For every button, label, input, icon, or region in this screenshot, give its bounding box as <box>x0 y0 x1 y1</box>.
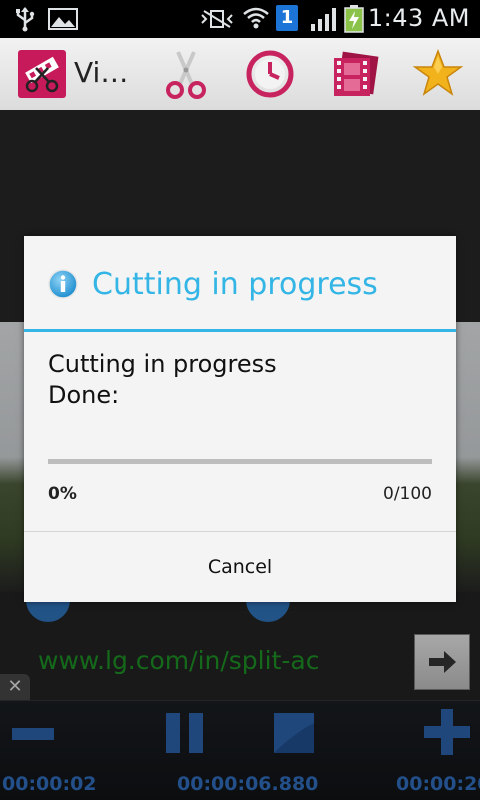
progress-dialog: Cutting in progress Cutting in progress … <box>24 236 456 602</box>
history-button[interactable] <box>244 48 296 100</box>
star-icon <box>412 48 464 96</box>
progress-percent: 0% <box>48 484 77 504</box>
cancel-button[interactable]: Cancel <box>24 532 456 602</box>
image-icon <box>48 8 78 34</box>
dialog-title: Cutting in progress <box>92 267 378 302</box>
film-icon <box>334 51 379 96</box>
app-logo-icon[interactable] <box>18 50 66 98</box>
dialog-message-line: Cutting in progress <box>48 350 277 378</box>
battery-charging-icon <box>344 5 364 37</box>
videos-button[interactable] <box>330 48 382 100</box>
action-bar: Vi… <box>0 38 480 111</box>
progress-count: 0/100 <box>383 484 432 504</box>
status-bar: 1 1:43 AM <box>0 0 480 38</box>
status-clock: 1:43 AM <box>367 4 470 32</box>
dialog-header: Cutting in progress <box>24 236 456 332</box>
favorites-button[interactable] <box>412 48 464 100</box>
usb-icon <box>14 6 36 36</box>
app-title[interactable]: Vi… <box>74 56 128 89</box>
notification-count-badge: 1 <box>276 5 298 31</box>
screen: 1 1:43 AM Vi… www.lg.com/in/split-ac ✕ 0… <box>0 0 480 800</box>
progress-bar <box>48 459 432 464</box>
dialog-done-label: Done: <box>48 381 120 409</box>
scissors-icon <box>166 51 206 99</box>
vibrate-mute-icon <box>200 9 234 33</box>
info-icon <box>48 269 78 299</box>
dialog-message: Cutting in progress Done: <box>48 349 277 411</box>
clock-icon <box>246 50 294 98</box>
cut-button[interactable] <box>160 48 212 100</box>
signal-icon <box>310 6 340 36</box>
wifi-icon <box>242 5 270 35</box>
